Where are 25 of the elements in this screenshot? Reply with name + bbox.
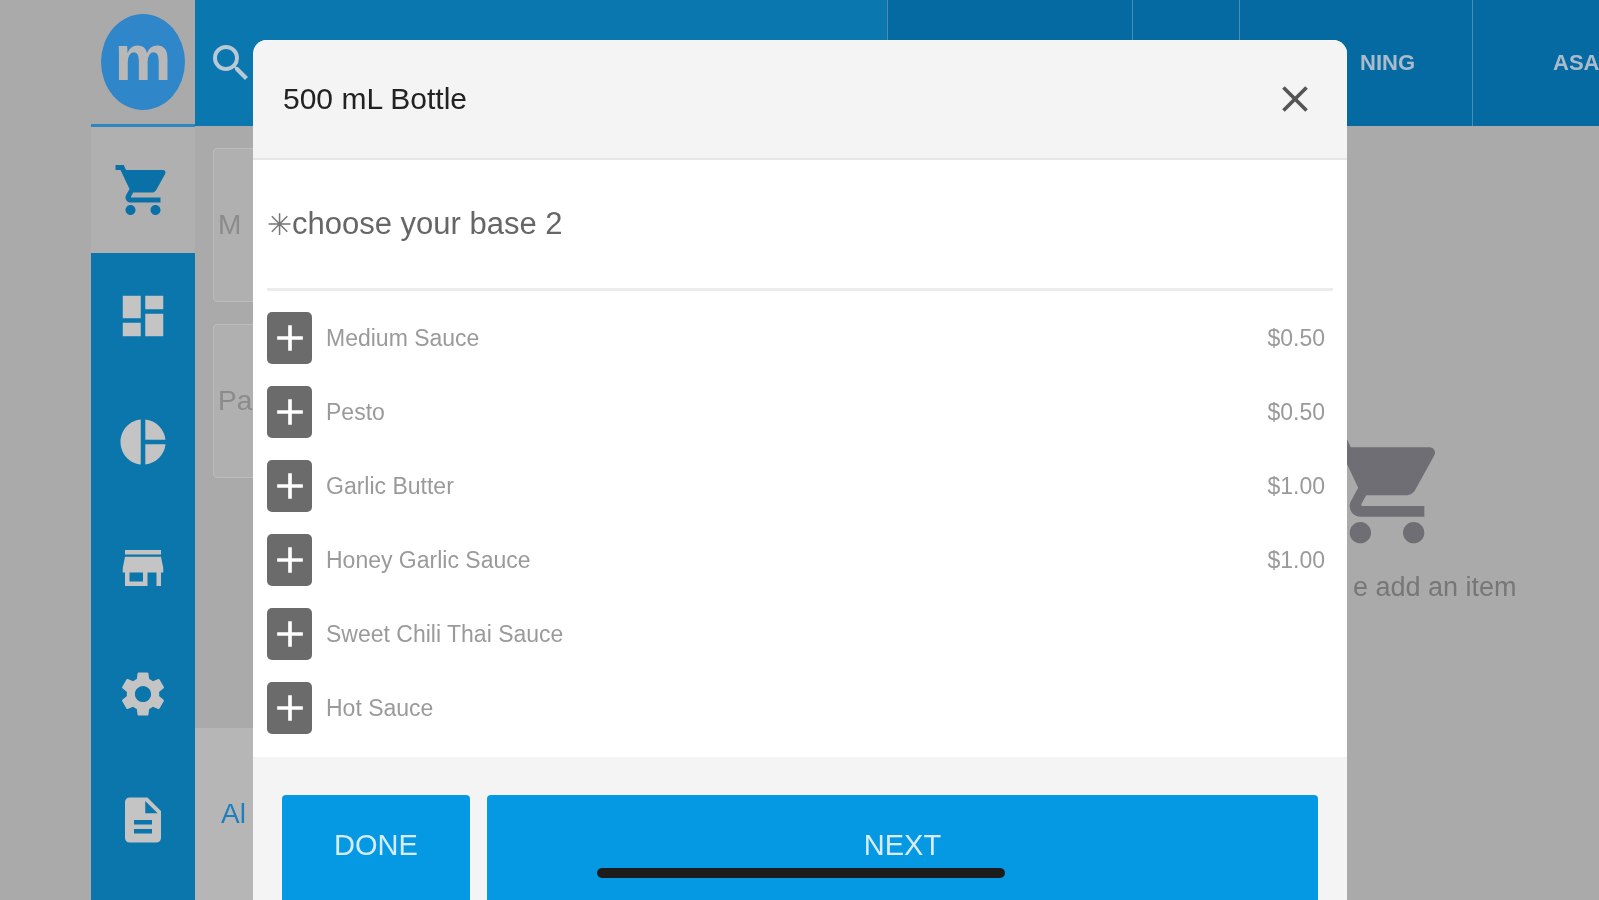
logo: m xyxy=(101,14,185,110)
add-button[interactable] xyxy=(267,386,312,438)
add-button[interactable] xyxy=(267,534,312,586)
top-tab[interactable]: ASA xyxy=(1472,0,1599,126)
next-button[interactable]: NEXT xyxy=(487,795,1318,900)
add-button[interactable] xyxy=(267,460,312,512)
add-button[interactable] xyxy=(267,312,312,364)
required-mark: ✳ xyxy=(267,206,292,242)
option-name: Medium Sauce xyxy=(326,324,481,352)
sidebar-item[interactable] xyxy=(91,127,195,253)
option-name: Garlic Butter xyxy=(326,472,455,500)
category-link[interactable]: Al xyxy=(221,798,246,830)
option-name: Hot Sauce xyxy=(326,694,435,722)
section-title: choose your base 2 xyxy=(292,206,563,242)
option-price: $0.50 xyxy=(1267,324,1325,352)
option-price: $1.00 xyxy=(1267,472,1325,500)
option-price: $1.00 xyxy=(1267,546,1325,574)
option-name: Sweet Chili Thai Sauce xyxy=(326,620,565,648)
option-name: Pesto xyxy=(326,398,386,426)
add-button[interactable] xyxy=(267,682,312,734)
dialog-title: 500 mL Bottle xyxy=(283,82,467,116)
add-button[interactable] xyxy=(267,608,312,660)
option-price: $0.50 xyxy=(1267,398,1325,426)
option-name: Honey Garlic Sauce xyxy=(326,546,532,574)
done-button[interactable]: DONE xyxy=(282,795,470,900)
